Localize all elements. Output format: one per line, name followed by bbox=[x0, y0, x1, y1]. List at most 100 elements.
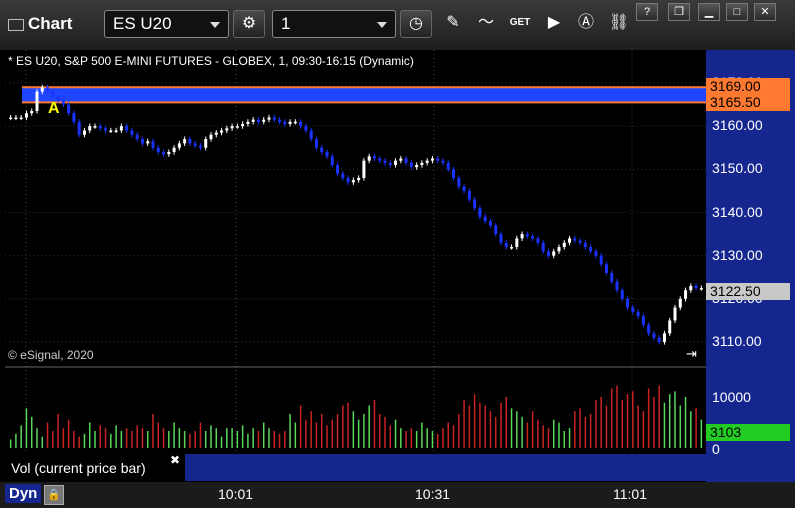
candle-body bbox=[610, 272, 614, 282]
candle-body bbox=[394, 160, 398, 165]
candle-body bbox=[325, 152, 329, 157]
last-price-tag: 3122.50 bbox=[706, 283, 790, 300]
candle-body bbox=[678, 298, 682, 308]
candle-body bbox=[430, 158, 434, 161]
candle-body bbox=[583, 242, 587, 248]
candle-body bbox=[467, 190, 471, 200]
candle-body bbox=[388, 162, 392, 165]
candle-body bbox=[562, 242, 566, 248]
candle-body bbox=[35, 91, 39, 112]
candle-body bbox=[620, 290, 624, 299]
candle-body bbox=[531, 236, 535, 239]
price-band bbox=[22, 86, 706, 104]
candle-body bbox=[536, 238, 540, 243]
candle-body bbox=[399, 158, 403, 161]
candle-body bbox=[104, 128, 108, 131]
play-icon: ▶ bbox=[547, 14, 561, 31]
candle-body bbox=[241, 123, 245, 127]
minimize-button[interactable]: ▁ bbox=[698, 3, 720, 21]
volume-tick: 10000 bbox=[712, 389, 751, 405]
scroll-to-end-icon[interactable]: ⇥ bbox=[686, 346, 697, 362]
candle-body bbox=[488, 221, 492, 226]
candle-body bbox=[140, 139, 144, 144]
candle-body bbox=[93, 126, 97, 128]
current-volume-tag: 3103 bbox=[706, 424, 790, 441]
candle-body bbox=[51, 91, 55, 96]
clock-icon: ◷ bbox=[409, 15, 423, 32]
close-icon: ✕ bbox=[760, 6, 770, 18]
copyright: © eSignal, 2020 bbox=[8, 348, 94, 362]
candle-body bbox=[436, 158, 440, 161]
studies-icon: 〜 bbox=[477, 14, 494, 31]
chart-window-icon bbox=[8, 18, 24, 31]
candle-body bbox=[40, 87, 44, 92]
candle-body bbox=[320, 147, 324, 153]
symbol-settings-button[interactable]: ⚙ bbox=[233, 10, 265, 38]
window-title-text: Chart bbox=[28, 14, 73, 33]
price-tick: 3160.00 bbox=[712, 117, 763, 134]
dyn-button[interactable]: Dyn bbox=[5, 484, 42, 503]
restore-button[interactable]: ❐ bbox=[668, 3, 690, 21]
maximize-button[interactable]: □ bbox=[726, 3, 748, 21]
candle-body bbox=[193, 143, 197, 146]
price-tick: 3130.00 bbox=[712, 246, 763, 263]
time-axis[interactable] bbox=[0, 482, 795, 508]
candle-body bbox=[357, 177, 361, 181]
studies-button[interactable]: 〜 bbox=[470, 10, 502, 38]
candle-body bbox=[462, 186, 466, 191]
link-button[interactable]: ⛓ bbox=[603, 10, 635, 38]
candle-body bbox=[256, 119, 260, 122]
draw-tool-button[interactable]: ✎ bbox=[437, 10, 469, 38]
symbol-input[interactable]: ES U20 bbox=[104, 10, 229, 38]
candle-body bbox=[520, 234, 524, 239]
candle-body bbox=[272, 117, 276, 120]
chevron-down-icon[interactable] bbox=[210, 22, 220, 28]
candle-body bbox=[494, 225, 498, 235]
annotation-a[interactable]: A bbox=[48, 100, 60, 118]
candle-body bbox=[19, 117, 23, 119]
toolbar: Chart ES U20 ⚙ 1 ◷ ✎ 〜 GET ▶ Ⓐ ⛓ ? ❐ ▁ □… bbox=[0, 0, 795, 51]
candle-body bbox=[177, 143, 181, 148]
candle-body bbox=[220, 130, 224, 133]
close-button[interactable]: ✕ bbox=[754, 3, 776, 21]
time-tick: 11:01 bbox=[613, 486, 647, 502]
candle-body bbox=[578, 240, 582, 243]
candle-body bbox=[151, 141, 155, 148]
interval-input[interactable]: 1 bbox=[272, 10, 396, 38]
candle-body bbox=[689, 285, 693, 291]
price-tick: 3110.00 bbox=[712, 333, 762, 350]
candle-body bbox=[441, 160, 445, 163]
candle-body bbox=[109, 130, 113, 132]
get-data-button[interactable]: GET bbox=[504, 10, 536, 38]
alerts-button[interactable]: Ⓐ bbox=[570, 10, 602, 38]
price-chart[interactable] bbox=[0, 50, 795, 482]
candle-body bbox=[278, 119, 282, 122]
volume-legend[interactable]: Vol (current price bar) bbox=[5, 456, 185, 481]
candle-body bbox=[130, 130, 134, 135]
candle-body bbox=[288, 121, 292, 124]
candle-body bbox=[125, 126, 129, 131]
candle-body bbox=[478, 208, 482, 217]
candle-body bbox=[267, 117, 271, 120]
candle-body bbox=[515, 238, 519, 248]
candle-body bbox=[204, 139, 208, 148]
candle-body bbox=[409, 162, 413, 168]
candle-body bbox=[156, 147, 160, 153]
close-icon[interactable]: ✖ bbox=[170, 453, 180, 467]
interval-value: 1 bbox=[281, 14, 291, 33]
candle-body bbox=[24, 113, 28, 118]
lock-icon[interactable]: 🔒 bbox=[44, 485, 64, 505]
interval-clock-button[interactable]: ◷ bbox=[400, 10, 432, 38]
candle-body bbox=[98, 126, 102, 129]
chevron-down-icon[interactable] bbox=[377, 22, 387, 28]
candle-body bbox=[552, 251, 556, 256]
gear-icon: ⚙ bbox=[241, 15, 257, 32]
band-fill bbox=[22, 87, 706, 103]
play-button[interactable]: ▶ bbox=[538, 10, 570, 38]
candle-body bbox=[309, 130, 313, 140]
candle-body bbox=[452, 169, 456, 178]
candle-body bbox=[541, 242, 545, 252]
help-button[interactable]: ? bbox=[636, 3, 658, 21]
price-axis[interactable] bbox=[706, 50, 795, 482]
chart-header: * ES U20, S&P 500 E-MINI FUTURES - GLOBE… bbox=[8, 54, 414, 68]
